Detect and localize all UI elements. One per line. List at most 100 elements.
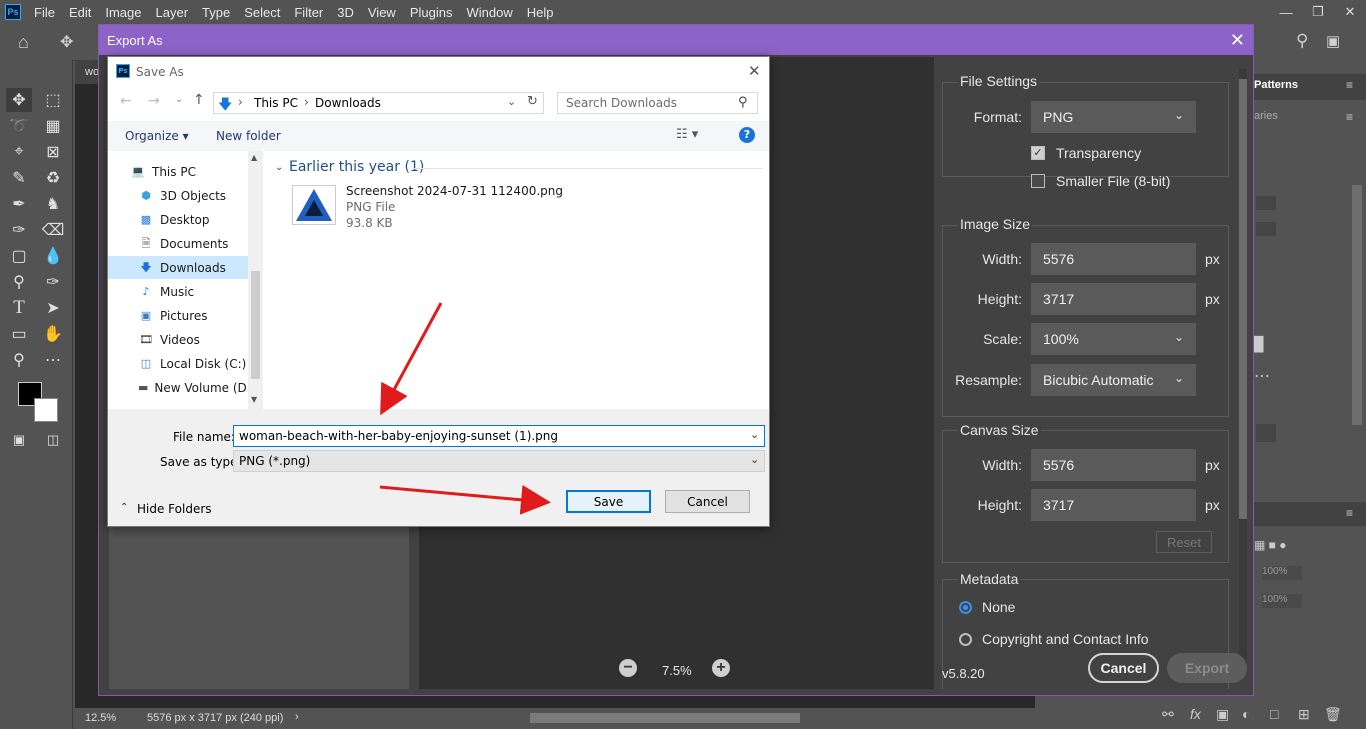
save-type-select[interactable]: PNG (*.png) ⌄ xyxy=(233,450,765,472)
panel-menu-icon[interactable]: ≡ xyxy=(1346,78,1353,92)
new-folder-button[interactable]: New folder xyxy=(216,129,281,143)
export-cancel-button[interactable]: Cancel xyxy=(1088,653,1159,683)
menu-filter[interactable]: Filter xyxy=(287,5,330,20)
panel-menu-icon[interactable]: ≡ xyxy=(1346,110,1353,124)
add-mask-icon[interactable]: ▣ xyxy=(1216,706,1229,723)
eyedropper-tool-icon[interactable]: ✎ xyxy=(6,166,32,190)
link-layers-icon[interactable]: ⚯ xyxy=(1162,706,1174,723)
background-color-swatch[interactable] xyxy=(34,398,58,422)
scale-select[interactable]: 100% ⌄ xyxy=(1031,323,1196,355)
home-icon[interactable]: ⌂ xyxy=(18,32,29,53)
close-icon[interactable]: ✕ xyxy=(748,62,761,80)
fx-icon[interactable]: fx xyxy=(1190,706,1201,722)
tree-scrollbar[interactable]: ▲ ▼ xyxy=(248,151,263,409)
hand-tool-icon[interactable]: ✋ xyxy=(40,322,66,346)
opacity-field[interactable]: 100% xyxy=(1262,566,1302,580)
history-brush-icon[interactable]: ✑ xyxy=(6,218,32,242)
stamp-tool-icon[interactable]: ♞ xyxy=(40,192,66,216)
blur-tool-icon[interactable]: 💧 xyxy=(40,244,66,268)
menu-layer[interactable]: Layer xyxy=(149,5,196,20)
horizontal-scrollbar[interactable] xyxy=(530,713,800,723)
up-icon[interactable]: ↑ xyxy=(193,92,205,108)
workspace-icon[interactable]: ▣ xyxy=(1326,32,1340,50)
tree-item-this-pc[interactable]: 💻 This PC xyxy=(108,160,248,183)
save-button[interactable]: Save xyxy=(566,490,651,513)
view-options-icon[interactable]: ☷ ▾ xyxy=(676,127,698,142)
panel-scrollbar[interactable] xyxy=(1352,185,1362,425)
scroll-thumb[interactable] xyxy=(251,271,260,379)
image-width-input[interactable]: 5576 xyxy=(1031,243,1196,275)
breadcrumb-this-pc[interactable]: This PC xyxy=(254,96,298,110)
smaller-file-checkbox[interactable] xyxy=(1031,174,1045,188)
search-input[interactable]: Search Downloads ⚲ xyxy=(557,92,758,114)
dodge-tool-icon[interactable]: ⚲ xyxy=(6,270,32,294)
move-tool-icon[interactable]: ✥ xyxy=(60,32,73,52)
help-icon[interactable]: ? xyxy=(739,127,755,143)
healing-tool-icon[interactable]: ♻ xyxy=(40,166,66,190)
gradient-tool-icon[interactable]: ▢ xyxy=(6,244,32,268)
menu-image[interactable]: Image xyxy=(98,5,148,20)
settings-scrollbar[interactable] xyxy=(1239,69,1247,665)
lasso-tool-icon[interactable]: ➰ xyxy=(6,114,32,138)
frame-tool-icon[interactable]: ⊠ xyxy=(40,140,66,164)
tree-item-pictures[interactable]: ▣ Pictures xyxy=(108,304,248,327)
screen-mode-icon[interactable]: ◫ xyxy=(40,428,66,452)
panel-field[interactable] xyxy=(1256,424,1276,442)
status-arrow-icon[interactable]: › xyxy=(295,711,299,723)
metadata-copyright-radio[interactable] xyxy=(959,633,972,646)
rectangle-tool-icon[interactable]: ▭ xyxy=(6,322,32,346)
tree-item-documents[interactable]: 🗎 Documents xyxy=(108,232,248,255)
menu-type[interactable]: Type xyxy=(195,5,237,20)
menu-window[interactable]: Window xyxy=(459,5,519,20)
zoom-in-icon[interactable]: + xyxy=(712,659,730,677)
marquee-tool-icon[interactable]: ⬚ xyxy=(40,88,66,112)
export-button[interactable]: Export xyxy=(1167,653,1247,683)
menu-file[interactable]: File xyxy=(27,5,62,20)
format-select[interactable]: PNG ⌄ xyxy=(1031,101,1196,133)
pen-tool-icon[interactable]: ✑ xyxy=(40,270,66,294)
search-icon[interactable]: ⚲ xyxy=(1296,31,1308,51)
more-tools-icon[interactable]: ⋯ xyxy=(40,348,66,372)
file-item[interactable]: Screenshot 2024-07-31 112400.png PNG Fil… xyxy=(267,179,567,237)
scroll-down-icon[interactable]: ▼ xyxy=(251,395,257,404)
folder-icon[interactable]: □ xyxy=(1270,706,1278,722)
resample-select[interactable]: Bicubic Automatic ⌄ xyxy=(1031,364,1196,396)
quick-mask-icon[interactable]: ▣ xyxy=(6,428,32,452)
chevron-down-icon[interactable]: ⌄ xyxy=(275,162,283,173)
tree-item-desktop[interactable]: ▩ Desktop xyxy=(108,208,248,231)
close-window-icon[interactable]: ✕ xyxy=(1334,4,1366,20)
cancel-button[interactable]: Cancel xyxy=(665,490,750,513)
transparency-checkbox[interactable]: ✓ xyxy=(1031,146,1045,160)
menu-edit[interactable]: Edit xyxy=(62,5,98,20)
forward-icon[interactable]: → xyxy=(148,93,160,109)
tab-libraries[interactable]: aries xyxy=(1254,110,1278,122)
zoom-out-icon[interactable]: − xyxy=(619,659,637,677)
menu-view[interactable]: View xyxy=(361,5,403,20)
more-options-icon[interactable]: ⋯ xyxy=(1254,366,1270,386)
menu-select[interactable]: Select xyxy=(237,5,287,20)
path-select-tool-icon[interactable]: ➤ xyxy=(40,296,66,320)
tree-item-new-volume[interactable]: ▬ New Volume (D: xyxy=(108,376,248,399)
restore-icon[interactable]: ❐ xyxy=(1302,4,1334,20)
canvas-height-input[interactable]: 3717 xyxy=(1031,489,1196,521)
trash-icon[interactable]: 🗑 xyxy=(1324,706,1342,723)
chevron-down-icon[interactable]: ⌄ xyxy=(507,95,516,108)
tree-item-videos[interactable]: 🎞 Videos xyxy=(108,328,248,351)
minimize-icon[interactable]: — xyxy=(1270,5,1302,20)
breadcrumb-downloads[interactable]: Downloads xyxy=(315,96,381,110)
panel-menu-icon[interactable]: ≡ xyxy=(1346,506,1353,520)
tab-patterns[interactable]: Patterns xyxy=(1254,79,1298,91)
tree-item-3d-objects[interactable]: ⬢ 3D Objects xyxy=(108,184,248,207)
menu-plugins[interactable]: Plugins xyxy=(403,5,460,20)
menu-help[interactable]: Help xyxy=(520,5,561,20)
image-height-input[interactable]: 3717 xyxy=(1031,283,1196,315)
close-icon[interactable]: ✕ xyxy=(1230,30,1245,51)
filename-input[interactable]: woman-beach-with-her-baby-enjoying-sunse… xyxy=(233,425,765,447)
move-tool-icon[interactable]: ✥ xyxy=(6,88,32,112)
group-header[interactable]: Earlier this year (1) xyxy=(289,159,424,175)
tree-item-local-disk[interactable]: ◫ Local Disk (C:) xyxy=(108,352,248,375)
tree-item-music[interactable]: ♪ Music xyxy=(108,280,248,303)
new-layer-icon[interactable]: ⊞ xyxy=(1298,706,1310,723)
refresh-icon[interactable]: ↻ xyxy=(527,94,538,109)
hide-folders-button[interactable]: Hide Folders xyxy=(137,502,212,516)
